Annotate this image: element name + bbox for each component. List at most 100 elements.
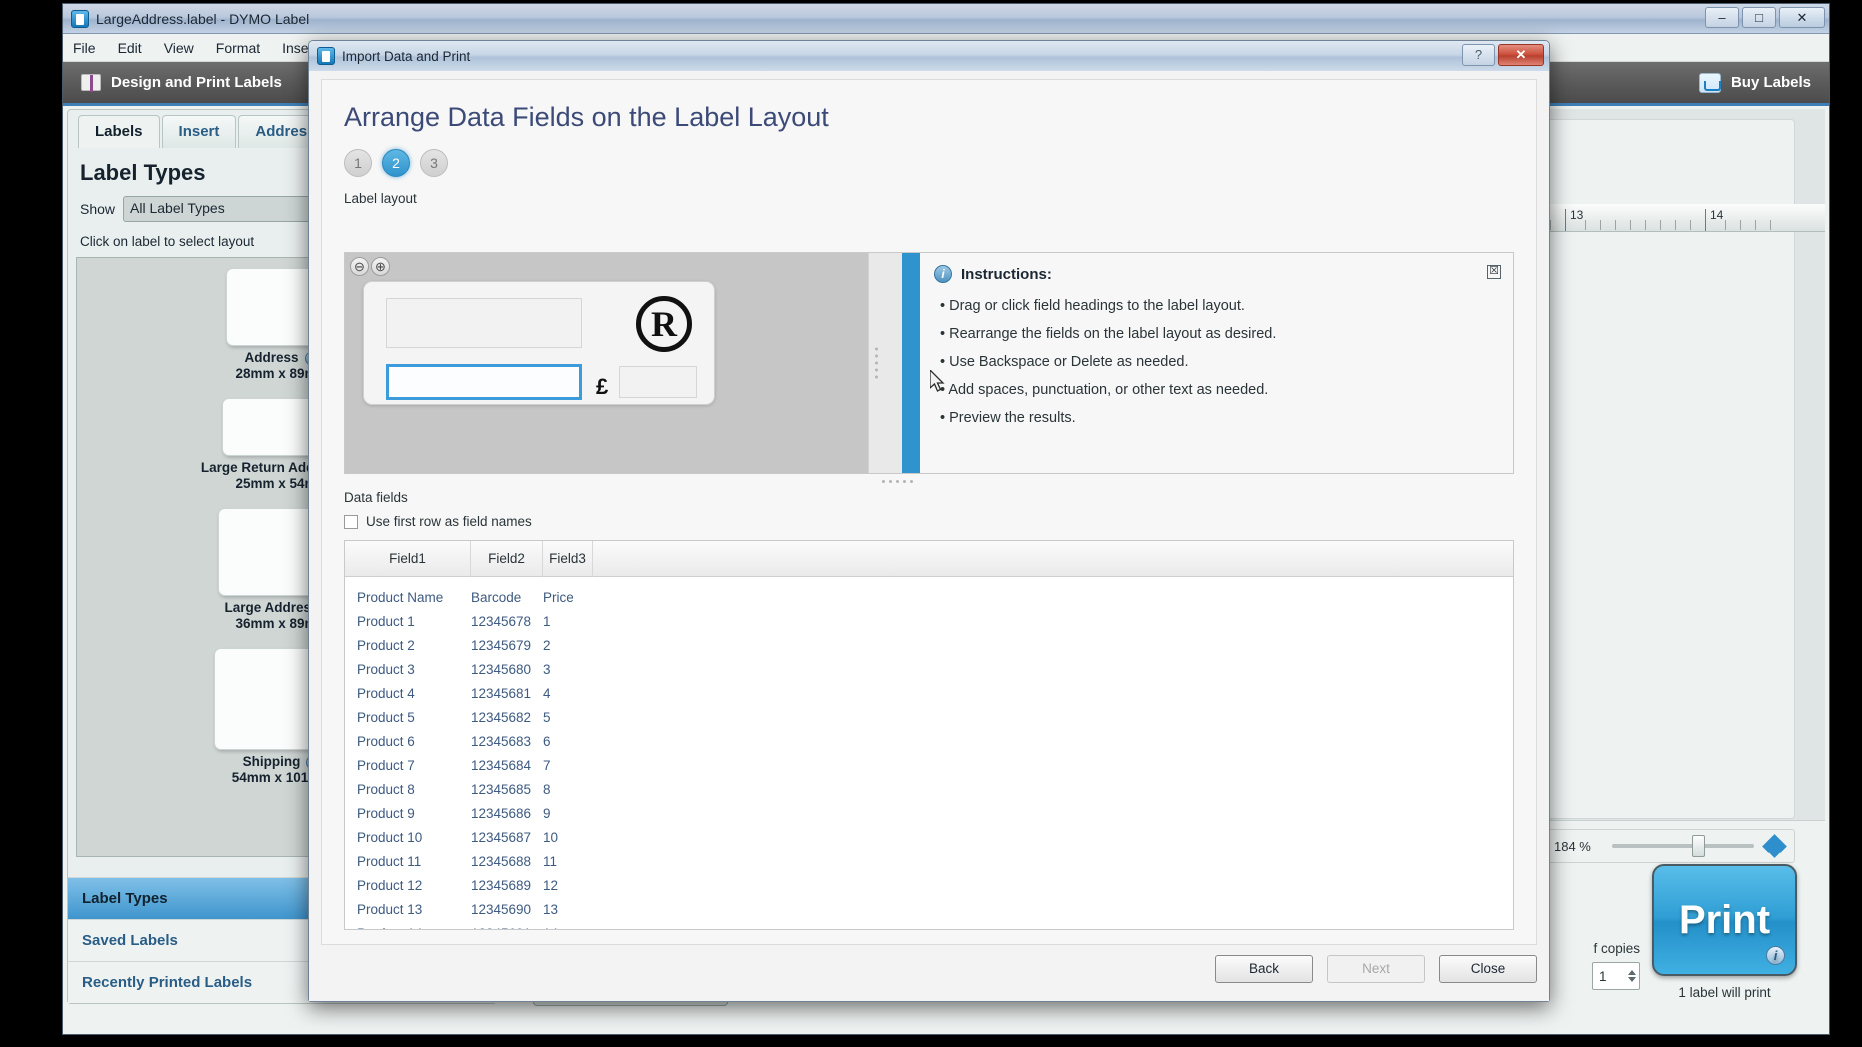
menu-edit[interactable]: Edit	[118, 40, 142, 56]
menu-format[interactable]: Format	[216, 40, 260, 56]
table-row[interactable]: Product 10 12345687 10	[345, 825, 1513, 849]
instructions-header: i Instructions:	[934, 265, 1497, 283]
next-button: Next	[1327, 955, 1425, 983]
close-window-button[interactable]: ✕	[1779, 7, 1825, 28]
instruction-item: Preview the results.	[934, 404, 1497, 432]
table-row[interactable]: Product 4 12345681 4	[345, 681, 1513, 705]
menu-file[interactable]: File	[73, 40, 96, 56]
table-row[interactable]: Product 13 12345690 13	[345, 897, 1513, 921]
table-row[interactable]: Product 6 12345683 6	[345, 729, 1513, 753]
grid-header-row[interactable]: Field1 Field2 Field3	[345, 541, 1513, 577]
info-icon: i	[934, 265, 952, 283]
label-layout-canvas[interactable]: ⊖ ⊕ R £	[345, 253, 868, 473]
layout-field-box-2-selected[interactable]	[386, 364, 582, 400]
grid-body[interactable]: Product Name Barcode Price Product 1 123…	[345, 577, 1513, 930]
zoom-in-icon[interactable]: ⊕	[371, 257, 390, 276]
cell-field1: Product 13	[357, 901, 423, 917]
wizard-steps[interactable]: 1 2 3	[322, 133, 1536, 177]
table-row[interactable]: Product 8 12345685 8	[345, 777, 1513, 801]
cell-field3: 7	[543, 757, 551, 773]
column-header-field1[interactable]: Field1	[345, 541, 471, 577]
dialog-window-controls[interactable]: ? ✕	[1462, 44, 1544, 66]
layout-splitter[interactable]	[868, 253, 902, 473]
zoom-slider[interactable]	[1612, 835, 1754, 857]
show-label: Show	[80, 201, 116, 217]
cell-field2: 12345688	[471, 853, 532, 869]
layout-field-box-1[interactable]	[386, 298, 582, 348]
table-row[interactable]: Product 14 12345691 14	[345, 921, 1513, 930]
ruler-mark: 13	[1570, 208, 1584, 222]
column-header-field2[interactable]: Field2	[471, 541, 543, 577]
maximize-button[interactable]: □	[1742, 7, 1776, 28]
dialog-icon	[317, 47, 335, 65]
cell-field3: 5	[543, 709, 551, 725]
wizard-step-1[interactable]: 1	[344, 149, 372, 177]
layout-zoom-tools[interactable]: ⊖ ⊕	[350, 257, 390, 276]
back-button[interactable]: Back	[1215, 955, 1313, 983]
zoom-slider-handle[interactable]	[1691, 835, 1705, 857]
dialog-body: Arrange Data Fields on the Label Layout …	[309, 71, 1549, 1001]
fit-to-window-icon[interactable]	[1762, 834, 1787, 858]
column-header-field3[interactable]: Field3	[543, 541, 593, 577]
cell-field1: Product 12	[357, 877, 423, 893]
layout-field-box-3[interactable]	[619, 366, 697, 398]
zoom-control[interactable]: 184 %	[1545, 829, 1795, 863]
label-type-name: Shipping	[242, 754, 301, 769]
window-controls[interactable]: – □ ✕	[1705, 7, 1825, 28]
tab-insert[interactable]: Insert	[161, 115, 237, 148]
table-row[interactable]: Product 7 12345684 7	[345, 753, 1513, 777]
close-dialog-button[interactable]: ✕	[1498, 44, 1544, 66]
menu-view[interactable]: View	[164, 40, 194, 56]
horizontal-splitter-grip[interactable]	[882, 480, 913, 483]
cell-field3: 4	[543, 685, 551, 701]
cell-field3: 8	[543, 781, 551, 797]
stepper-arrows[interactable]	[1628, 970, 1636, 982]
label-preview[interactable]: R £	[363, 281, 715, 405]
close-instructions-icon[interactable]: ☒	[1487, 265, 1501, 279]
cell-field1: Product 2	[357, 637, 415, 653]
tab-labels[interactable]: Labels	[78, 115, 160, 148]
table-row[interactable]: Product 9 12345686 9	[345, 801, 1513, 825]
wizard-step-3[interactable]: 3	[420, 149, 448, 177]
cell-field2: 12345678	[471, 613, 532, 629]
menu-insert[interactable]: Inse	[282, 40, 308, 56]
cell-field3: 11	[543, 853, 558, 869]
table-row[interactable]: Product 3 12345680 3	[345, 657, 1513, 681]
wizard-step-2[interactable]: 2	[382, 149, 410, 177]
splitter-grip[interactable]	[875, 347, 878, 379]
table-row[interactable]: Product 11 12345688 11	[345, 849, 1513, 873]
copies-block: f copies 1	[1592, 941, 1640, 990]
instruction-item: Rearrange the fields on the label layout…	[934, 320, 1497, 348]
cell-field1: Product 4	[357, 685, 415, 701]
dialog-footer: Back Next Close	[321, 949, 1537, 989]
cell-field3: 12	[543, 877, 559, 893]
mouse-cursor	[930, 370, 945, 392]
data-fields-label: Data fields	[344, 490, 408, 505]
design-and-print-labels-button[interactable]: Design and Print Labels	[81, 74, 282, 92]
close-button[interactable]: Close	[1439, 955, 1537, 983]
data-fields-grid[interactable]: Field1 Field2 Field3 Product Name Barcod…	[344, 540, 1514, 930]
table-row[interactable]: Product 5 12345682 5	[345, 705, 1513, 729]
use-first-row-label: Use first row as field names	[366, 514, 532, 529]
help-button[interactable]: ?	[1462, 44, 1495, 66]
zoom-percent: 184 %	[1554, 838, 1591, 854]
use-first-row-checkbox[interactable]	[344, 514, 358, 529]
instructions-accent-bar	[902, 253, 920, 473]
info-icon[interactable]: i	[1766, 946, 1785, 965]
cell-field1: Product 5	[357, 709, 415, 725]
table-row[interactable]: Product 2 12345679 2	[345, 633, 1513, 657]
table-row[interactable]: Product Name Barcode Price	[345, 585, 1513, 609]
use-first-row-row[interactable]: Use first row as field names	[344, 514, 532, 529]
copies-stepper[interactable]: 1	[1592, 962, 1640, 990]
book-icon	[81, 74, 101, 92]
zoom-out-icon[interactable]: ⊖	[350, 257, 369, 276]
cell-field3: 13	[543, 901, 559, 917]
shopping-cart-icon	[1698, 72, 1721, 93]
table-row[interactable]: Product 1 12345678 1	[345, 609, 1513, 633]
minimize-button[interactable]: –	[1705, 7, 1739, 28]
cell-field3: 6	[543, 733, 551, 749]
table-row[interactable]: Product 12 12345689 12	[345, 873, 1513, 897]
cell-field2: 12345679	[471, 637, 532, 653]
print-button[interactable]: Print i	[1652, 864, 1797, 976]
buy-labels-button[interactable]: Buy Labels	[1698, 72, 1811, 93]
